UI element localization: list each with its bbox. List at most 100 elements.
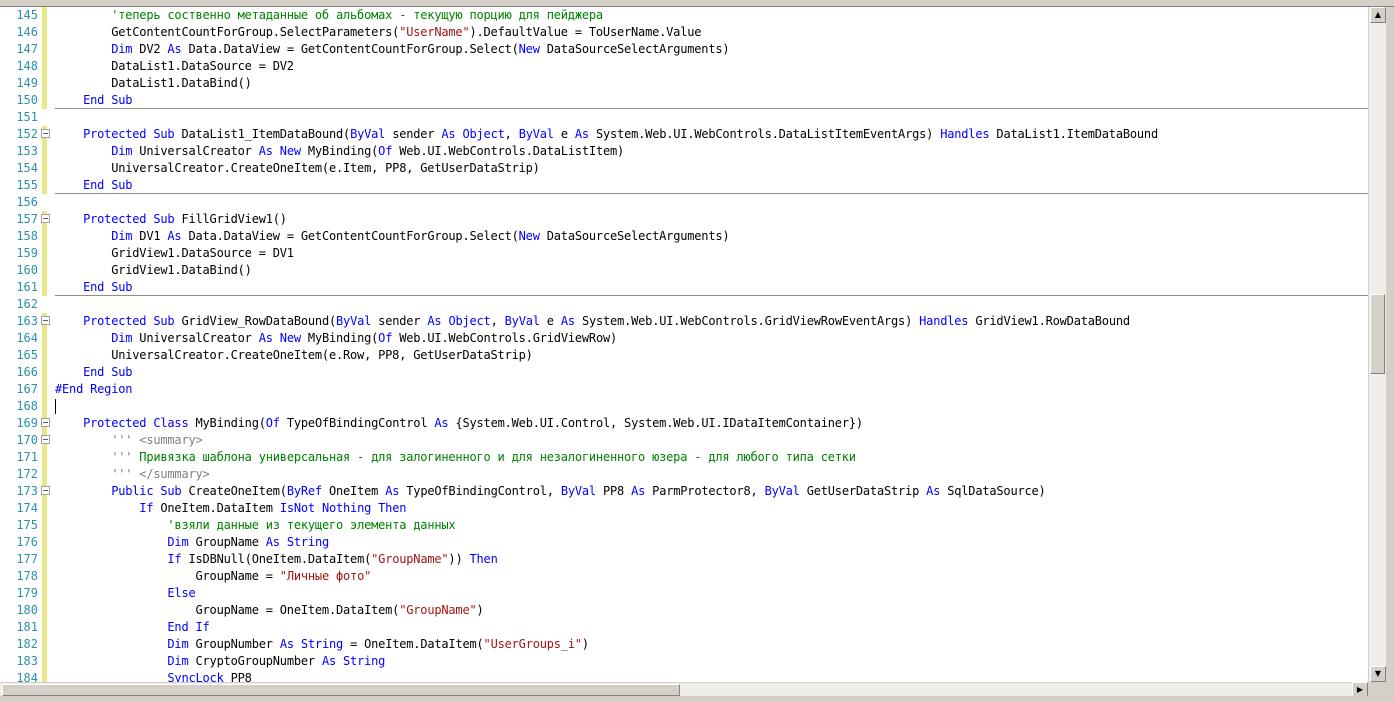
change-indicator <box>42 143 47 160</box>
horizontal-scrollbar[interactable]: ▶ <box>0 682 1368 698</box>
line-number: 156 <box>16 195 38 209</box>
code-line[interactable]: 150 End Sub <box>0 92 1368 109</box>
vertical-scrollbar[interactable]: ▲ ▼ <box>1368 7 1386 682</box>
change-indicator <box>42 500 47 517</box>
code-line[interactable]: 170 ''' <summary> <box>0 432 1368 449</box>
code-line[interactable]: 165 UniversalCreator.CreateOneItem(e.Row… <box>0 347 1368 364</box>
code-text: End Sub <box>83 365 133 379</box>
change-indicator <box>42 585 47 602</box>
code-line[interactable]: 174 If OneItem.DataItem IsNot Nothing Th… <box>0 500 1368 517</box>
code-line[interactable]: 173 Public Sub CreateOneItem(ByRef OneIt… <box>0 483 1368 500</box>
line-number: 170 <box>16 433 38 447</box>
code-line[interactable]: 145 'теперь соственно метаданные об альб… <box>0 7 1368 24</box>
line-number: 182 <box>16 637 38 651</box>
code-text: GridView1.DataSource = DV1 <box>55 246 294 260</box>
code-line[interactable]: 159 GridView1.DataSource = DV1 <box>0 245 1368 262</box>
line-number: 168 <box>16 399 38 413</box>
code-line[interactable]: 164 Dim UniversalCreator As New MyBindin… <box>0 330 1368 347</box>
line-number: 184 <box>16 671 38 682</box>
code-line[interactable]: 181 End If <box>0 619 1368 636</box>
collapse-icon[interactable] <box>41 486 50 495</box>
change-indicator <box>42 41 47 58</box>
collapse-icon[interactable] <box>41 316 50 325</box>
code-text: Dim UniversalCreator As New MyBinding(Of… <box>111 144 625 158</box>
code-line[interactable]: 147 Dim DV2 As Data.DataView = GetConten… <box>0 41 1368 58</box>
line-number: 176 <box>16 535 38 549</box>
line-number: 160 <box>16 263 38 277</box>
code-text: 'взяли данные из текущего элемента данны… <box>167 518 456 532</box>
code-line[interactable]: 182 Dim GroupNumber As String = OneItem.… <box>0 636 1368 653</box>
code-line[interactable]: 180 GroupName = OneItem.DataItem("GroupN… <box>0 602 1368 619</box>
line-number: 179 <box>16 586 38 600</box>
collapse-icon[interactable] <box>41 435 50 444</box>
line-number: 154 <box>16 161 38 175</box>
change-indicator <box>42 245 47 262</box>
change-indicator <box>42 347 47 364</box>
line-number: 151 <box>16 110 38 124</box>
code-line[interactable]: 160 GridView1.DataBind() <box>0 262 1368 279</box>
line-number: 180 <box>16 603 38 617</box>
code-line[interactable]: 153 Dim UniversalCreator As New MyBindin… <box>0 143 1368 160</box>
code-line[interactable]: 178 GroupName = "Личные фото" <box>0 568 1368 585</box>
code-text: Dim DV2 As Data.DataView = GetContentCou… <box>111 42 730 56</box>
code-line[interactable]: 152 Protected Sub DataList1_ItemDataBoun… <box>0 126 1368 143</box>
change-indicator <box>42 449 47 466</box>
line-number: 149 <box>16 76 38 90</box>
code-editor[interactable]: 145 'теперь соственно метаданные об альб… <box>0 7 1368 682</box>
change-indicator <box>42 296 47 313</box>
code-line[interactable]: 149 DataList1.DataBind() <box>0 75 1368 92</box>
horizontal-scroll-thumb[interactable] <box>2 684 680 696</box>
code-line[interactable]: 146 GetContentCountForGroup.SelectParame… <box>0 24 1368 41</box>
code-line[interactable]: 176 Dim GroupName As String <box>0 534 1368 551</box>
change-indicator <box>42 568 47 585</box>
line-number: 158 <box>16 229 38 243</box>
scroll-up-button[interactable]: ▲ <box>1370 7 1386 23</box>
change-indicator <box>42 75 47 92</box>
line-number: 153 <box>16 144 38 158</box>
change-indicator <box>42 534 47 551</box>
code-text: GroupName = OneItem.DataItem("GroupName"… <box>55 603 484 617</box>
code-text: Dim GroupNumber As String = OneItem.Data… <box>167 637 589 651</box>
change-indicator <box>42 330 47 347</box>
code-line[interactable]: 163 Protected Sub GridView_RowDataBound(… <box>0 313 1368 330</box>
code-text: Protected Sub FillGridView1() <box>83 212 287 226</box>
code-line[interactable]: 168 <box>0 398 1368 415</box>
change-indicator <box>42 177 47 194</box>
line-number: 157 <box>16 212 38 226</box>
code-text: Dim DV1 As Data.DataView = GetContentCou… <box>111 229 730 243</box>
code-line[interactable]: 166 End Sub <box>0 364 1368 381</box>
code-line[interactable]: 184 SyncLock PP8 <box>0 670 1368 682</box>
code-line[interactable]: 171 ''' Привязка шаблона универсальная -… <box>0 449 1368 466</box>
change-indicator <box>42 7 47 24</box>
line-number: 177 <box>16 552 38 566</box>
code-line[interactable]: 179 Else <box>0 585 1368 602</box>
collapse-icon[interactable] <box>41 214 50 223</box>
code-line[interactable]: 156 <box>0 194 1368 211</box>
change-indicator <box>42 364 47 381</box>
code-line[interactable]: 177 If IsDBNull(OneItem.DataItem("GroupN… <box>0 551 1368 568</box>
scroll-down-button[interactable]: ▼ <box>1370 666 1386 682</box>
collapse-icon[interactable] <box>41 129 50 138</box>
code-line[interactable]: 151 <box>0 109 1368 126</box>
change-indicator <box>42 58 47 75</box>
vertical-scroll-thumb[interactable] <box>1370 294 1385 374</box>
code-text: Dim GroupName As String <box>167 535 329 549</box>
code-line[interactable]: 161 End Sub <box>0 279 1368 296</box>
code-line[interactable]: 162 <box>0 296 1368 313</box>
code-line[interactable]: 155 End Sub <box>0 177 1368 194</box>
code-line[interactable]: 154 UniversalCreator.CreateOneItem(e.Ite… <box>0 160 1368 177</box>
code-line[interactable]: 169 Protected Class MyBinding(Of TypeOfB… <box>0 415 1368 432</box>
code-line[interactable]: 183 Dim CryptoGroupNumber As String <box>0 653 1368 670</box>
code-line[interactable]: 175 'взяли данные из текущего элемента д… <box>0 517 1368 534</box>
code-text: Protected Sub DataList1_ItemDataBound(By… <box>83 127 1158 141</box>
line-number: 169 <box>16 416 38 430</box>
code-line[interactable]: 172 ''' </summary> <box>0 466 1368 483</box>
code-line[interactable]: 157 Protected Sub FillGridView1() <box>0 211 1368 228</box>
code-line[interactable]: 158 Dim DV1 As Data.DataView = GetConten… <box>0 228 1368 245</box>
window-bottom-edge <box>0 696 1368 702</box>
code-line[interactable]: 148 DataList1.DataSource = DV2 <box>0 58 1368 75</box>
line-number: 173 <box>16 484 38 498</box>
collapse-icon[interactable] <box>41 418 50 427</box>
code-line[interactable]: 167 #End Region <box>0 381 1368 398</box>
change-indicator <box>42 279 47 296</box>
